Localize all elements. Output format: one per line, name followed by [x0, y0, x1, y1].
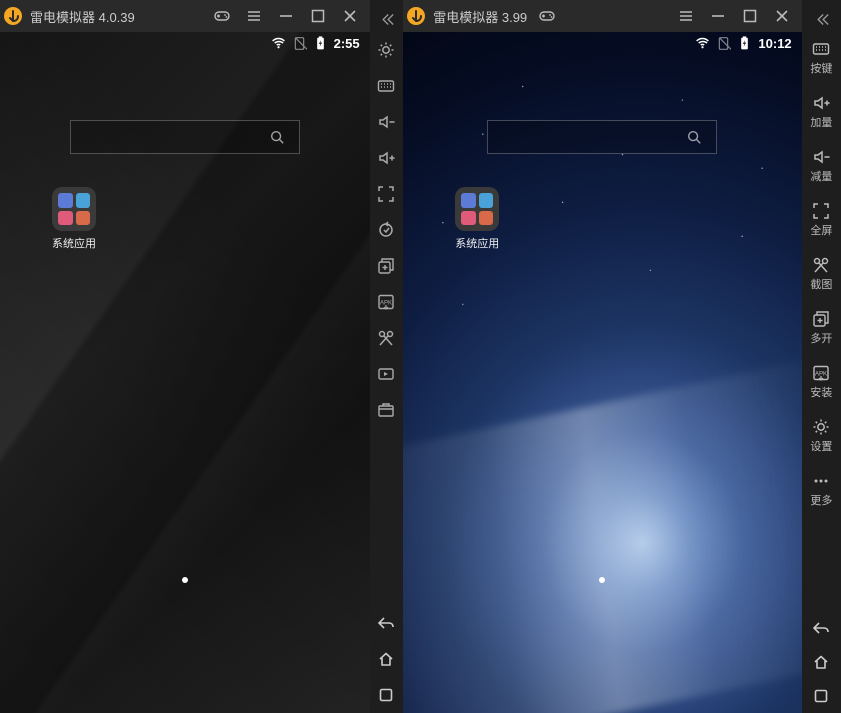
app-label: 系统应用: [44, 235, 104, 251]
screenshot-button[interactable]: 截图: [802, 248, 841, 302]
settings-button[interactable]: 设置: [802, 410, 841, 464]
clock: 2:55: [334, 36, 360, 51]
wifi-icon: [271, 36, 286, 51]
multi-instance-button[interactable]: 多开: [802, 302, 841, 356]
more-icon: [812, 472, 830, 490]
fullscreen-icon: [812, 202, 830, 220]
wifi-icon: [695, 36, 710, 51]
sidebar-left: [370, 0, 404, 713]
app-logo-icon: [4, 7, 22, 25]
android-back-button[interactable]: [370, 605, 404, 641]
tool-label: 安装: [810, 384, 832, 400]
multi-instance-icon: [812, 310, 830, 328]
no-sim-icon: [716, 36, 731, 51]
volume-up-button[interactable]: [370, 140, 404, 176]
video-record-button[interactable]: [370, 356, 404, 392]
tool-label: 多开: [810, 330, 832, 346]
menu-icon[interactable]: [670, 0, 702, 32]
page-indicator: [599, 577, 605, 583]
android-back-button[interactable]: [802, 611, 841, 645]
screenshot-button[interactable]: [370, 320, 404, 356]
app-logo-icon: [407, 7, 425, 25]
maximize-button[interactable]: [302, 0, 334, 32]
keymap-button[interactable]: 按键: [802, 32, 841, 86]
settings-button[interactable]: [370, 32, 404, 68]
page-indicator: [182, 577, 188, 583]
close-button[interactable]: [766, 0, 798, 32]
more-button[interactable]: 更多: [802, 464, 841, 518]
system-apps-folder[interactable]: 系统应用: [44, 187, 104, 251]
emulator-window-right: 雷电模拟器 3.99 10:12 系统应用: [403, 0, 801, 713]
volume-down-button[interactable]: 减量: [802, 140, 841, 194]
search-icon: [269, 129, 285, 145]
battery-icon: [737, 36, 752, 51]
volume-up-button[interactable]: 加量: [802, 86, 841, 140]
keyboard-icon: [812, 40, 830, 58]
android-home-button[interactable]: [370, 641, 404, 677]
sidebar-right: 按键 加量 减量 全屏 截图 多开 安装 设置 更多: [802, 0, 841, 713]
fullscreen-button[interactable]: 全屏: [802, 194, 841, 248]
keyboard-button[interactable]: [370, 68, 404, 104]
minimize-button[interactable]: [270, 0, 302, 32]
window-title: 雷电模拟器 4.0.39: [30, 7, 135, 26]
tool-label: 更多: [810, 492, 832, 508]
android-statusbar: 10:12: [403, 32, 801, 54]
system-apps-folder[interactable]: 系统应用: [447, 187, 507, 251]
emulator-window-left: 雷电模拟器 4.0.39 2:55 系统应用: [0, 0, 370, 713]
clock: 10:12: [758, 36, 791, 51]
volume-down-button[interactable]: [370, 104, 404, 140]
multi-instance-button[interactable]: [370, 248, 404, 284]
tool-label: 截图: [810, 276, 832, 292]
install-apk-button[interactable]: [370, 284, 404, 320]
android-home-button[interactable]: [802, 645, 841, 679]
menu-icon[interactable]: [238, 0, 270, 32]
fullscreen-button[interactable]: [370, 176, 404, 212]
titlebar-left[interactable]: 雷电模拟器 4.0.39: [0, 0, 370, 32]
search-input[interactable]: [70, 120, 300, 154]
search-input[interactable]: [487, 120, 717, 154]
window-title: 雷电模拟器 3.99: [433, 7, 527, 26]
titlebar-right[interactable]: 雷电模拟器 3.99: [403, 0, 801, 32]
tool-label: 加量: [810, 114, 832, 130]
gear-icon: [812, 418, 830, 436]
collapse-sidebar-button[interactable]: [802, 6, 841, 32]
emulator-screen[interactable]: 10:12 系统应用: [403, 32, 801, 713]
gamepad-icon[interactable]: [206, 0, 238, 32]
android-recent-button[interactable]: [370, 677, 404, 713]
tool-label: 减量: [810, 168, 832, 184]
volume-up-icon: [812, 94, 830, 112]
install-apk-icon: [812, 364, 830, 382]
android-statusbar: 2:55: [0, 32, 370, 54]
scissors-icon: [812, 256, 830, 274]
android-recent-button[interactable]: [802, 679, 841, 713]
app-label: 系统应用: [447, 235, 507, 251]
maximize-button[interactable]: [734, 0, 766, 32]
tool-label: 全屏: [810, 222, 832, 238]
emulator-screen[interactable]: 2:55 系统应用: [0, 32, 370, 713]
battery-icon: [313, 36, 328, 51]
tool-label: 按键: [810, 60, 832, 76]
no-sim-icon: [292, 36, 307, 51]
close-button[interactable]: [334, 0, 366, 32]
search-icon: [686, 129, 702, 145]
collapse-sidebar-button[interactable]: [370, 6, 404, 32]
install-apk-button[interactable]: 安装: [802, 356, 841, 410]
tool-label: 设置: [810, 438, 832, 454]
minimize-button[interactable]: [702, 0, 734, 32]
gamepad-icon[interactable]: [531, 0, 563, 32]
rotate-button[interactable]: [370, 212, 404, 248]
shared-folder-button[interactable]: [370, 392, 404, 428]
volume-down-icon: [812, 148, 830, 166]
